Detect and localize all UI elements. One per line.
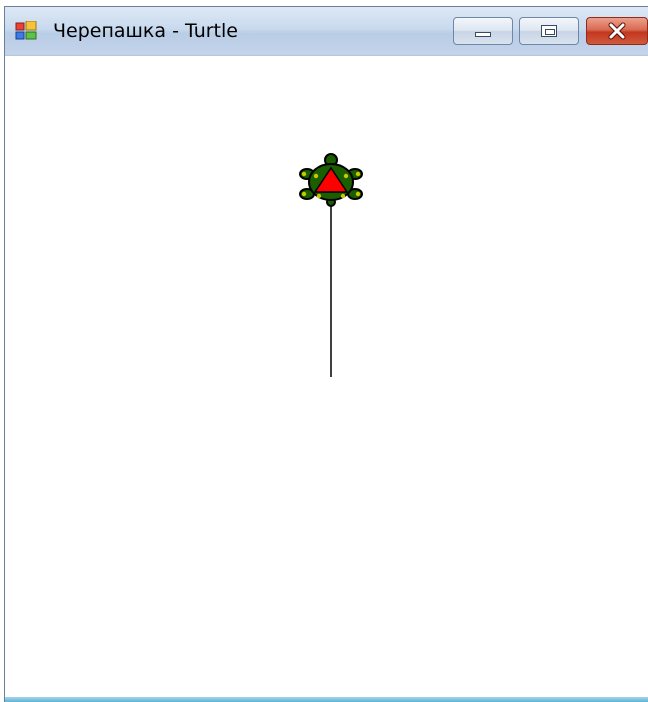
- close-icon: [608, 22, 626, 40]
- drawing-canvas[interactable]: [5, 56, 648, 698]
- close-button[interactable]: [586, 17, 648, 45]
- window-bottom-border: [5, 697, 648, 702]
- minimize-button[interactable]: [453, 17, 513, 45]
- turtle-icon: [299, 153, 363, 207]
- title-bar[interactable]: Черепашка - Turtle: [5, 7, 648, 56]
- turtle-drawing: [299, 153, 363, 377]
- window-title: Черепашка - Turtle: [53, 20, 238, 42]
- windows-form-icon[interactable]: [15, 21, 37, 41]
- maximize-button[interactable]: [519, 17, 579, 45]
- minimize-icon: [475, 32, 491, 37]
- maximize-icon: [541, 25, 557, 37]
- turtle-window: Черепашка - Turtle: [4, 6, 648, 702]
